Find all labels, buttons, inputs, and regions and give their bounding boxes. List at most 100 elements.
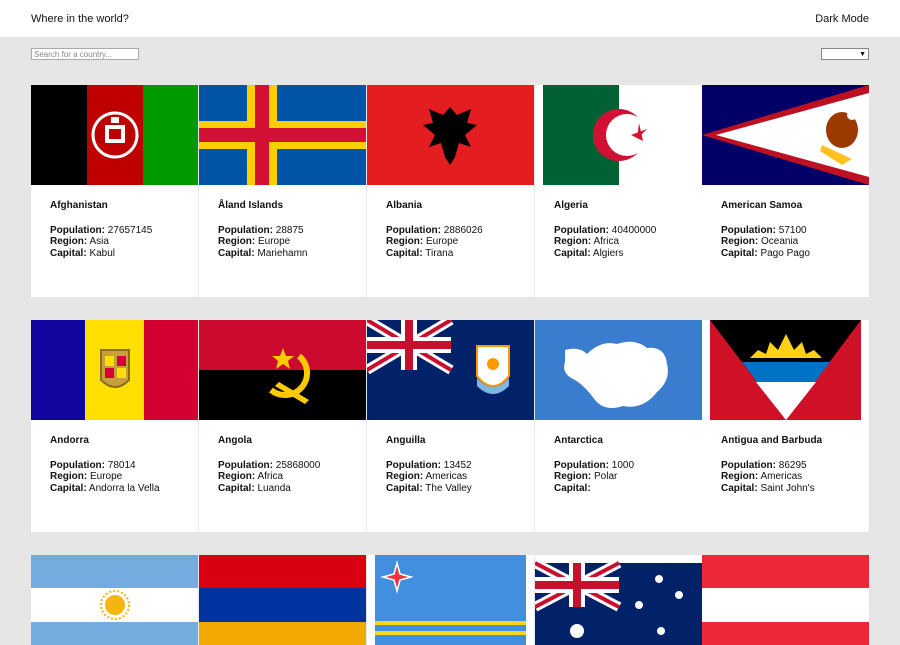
population-value: 25868000 [275,459,321,471]
flag-american-samoa [702,85,869,185]
country-name: Algeria [554,200,588,211]
region-label: Region: [721,471,759,482]
population-label: Population: [218,459,273,471]
country-name: Anguilla [386,435,426,446]
country-info: Antarctica Population: 1000 Region: Pola… [554,435,634,494]
capital-label: Capital: [218,482,255,494]
population-label: Population: [721,459,776,471]
flag-anguilla [367,320,534,420]
country-name: Andorra [50,435,89,446]
population-value: 13452 [443,459,472,471]
population-value: 78014 [107,459,136,471]
country-card[interactable] [199,555,366,645]
country-info: Antigua and Barbuda Population: 86295 Re… [721,435,822,494]
capital-value: Kabul [89,247,116,259]
region-label: Region: [386,236,424,247]
flag-aruba [367,555,534,645]
country-card[interactable]: Åland Islands Population: 28875 Region: … [199,85,366,297]
country-info: American Samoa Population: 57100 Region:… [721,200,810,259]
population-value: 40400000 [611,224,657,236]
country-info: Anguilla Population: 13452 Region: Ameri… [386,435,472,494]
region-label: Region: [386,471,424,482]
country-card[interactable]: Afghanistan Population: 27657145 Region:… [31,85,198,297]
capital-label: Capital: [554,247,591,259]
country-name: Antigua and Barbuda [721,435,823,446]
region-value: Africa [257,471,284,482]
flag-armenia [199,555,366,645]
flag-aland-islands [199,85,366,185]
capital-value: Luanda [257,482,291,494]
population-value: 86295 [778,459,807,471]
country-card[interactable]: Anguilla Population: 13452 Region: Ameri… [367,320,534,532]
population-label: Population: [386,459,441,471]
capital-label: Capital: [218,247,255,259]
population-value: 27657145 [107,224,153,236]
population-value: 28875 [275,224,304,236]
country-card[interactable]: Angola Population: 25868000 Region: Afri… [199,320,366,532]
country-card[interactable] [367,555,534,645]
region-value: Americas [760,471,803,482]
header: Where in the world? Dark Mode [0,0,900,37]
country-name: American Samoa [721,200,803,211]
capital-value: Mariehamn [257,247,308,259]
dark-mode-toggle[interactable]: Dark Mode [815,13,869,25]
flag-antigua-and-barbuda [702,320,869,420]
capital-value: The Valley [425,482,472,494]
population-label: Population: [554,224,609,236]
population-value: 2886026 [443,224,483,236]
country-card[interactable] [702,555,869,645]
capital-value: Saint John's [760,482,815,494]
region-filter-select[interactable]: ▼ [821,48,869,60]
capital-label: Capital: [50,482,87,494]
country-info: Algeria Population: 40400000 Region: Afr… [554,200,656,259]
region-value: Polar [594,471,618,482]
region-label: Region: [554,236,592,247]
flag-algeria [535,85,702,185]
region-value: Africa [593,236,620,247]
capital-value: Tirana [425,247,454,259]
region-label: Region: [50,471,88,482]
country-card[interactable] [31,555,198,645]
capital-label: Capital: [50,247,87,259]
country-card[interactable] [535,555,702,645]
region-label: Region: [218,471,256,482]
country-name: Angola [218,435,252,446]
search-input[interactable] [31,48,139,60]
country-info: Andorra Population: 78014 Region: Europe… [50,435,160,494]
capital-label: Capital: [386,247,423,259]
region-value: Europe [258,236,291,247]
country-name: Afghanistan [50,200,108,211]
country-info: Albania Population: 2886026 Region: Euro… [386,200,483,259]
country-card[interactable]: Albania Population: 2886026 Region: Euro… [367,85,534,297]
country-card[interactable]: Antigua and Barbuda Population: 86295 Re… [702,320,869,532]
capital-value: Pago Pago [760,247,810,259]
capital-label: Capital: [386,482,423,494]
country-info: Afghanistan Population: 27657145 Region:… [50,200,152,259]
region-label: Region: [218,236,256,247]
capital-value: Andorra la Vella [88,482,160,494]
flag-albania [367,85,534,185]
region-label: Region: [50,236,88,247]
app-title: Where in the world? [31,12,129,25]
population-label: Population: [721,224,776,236]
region-value: Americas [425,471,468,482]
flag-andorra [31,320,198,420]
country-info: Åland Islands Population: 28875 Region: … [218,200,307,259]
region-label: Region: [554,471,592,482]
country-card[interactable]: American Samoa Population: 57100 Region:… [702,85,869,297]
population-label: Population: [50,224,105,236]
capital-label: Capital: [721,247,758,259]
capital-value: Algiers [592,247,624,259]
country-name: Åland Islands [218,200,284,211]
flag-antarctica [535,320,702,420]
flag-australia [535,555,702,645]
region-label: Region: [721,236,759,247]
flag-austria [702,555,869,645]
population-value: 57100 [778,224,807,236]
population-label: Population: [554,459,609,471]
country-card[interactable]: Algeria Population: 40400000 Region: Afr… [535,85,702,297]
region-value: Asia [89,236,109,247]
country-card[interactable]: Andorra Population: 78014 Region: Europe… [31,320,198,532]
country-name: Antarctica [554,435,603,446]
country-card[interactable]: Antarctica Population: 1000 Region: Pola… [535,320,702,532]
